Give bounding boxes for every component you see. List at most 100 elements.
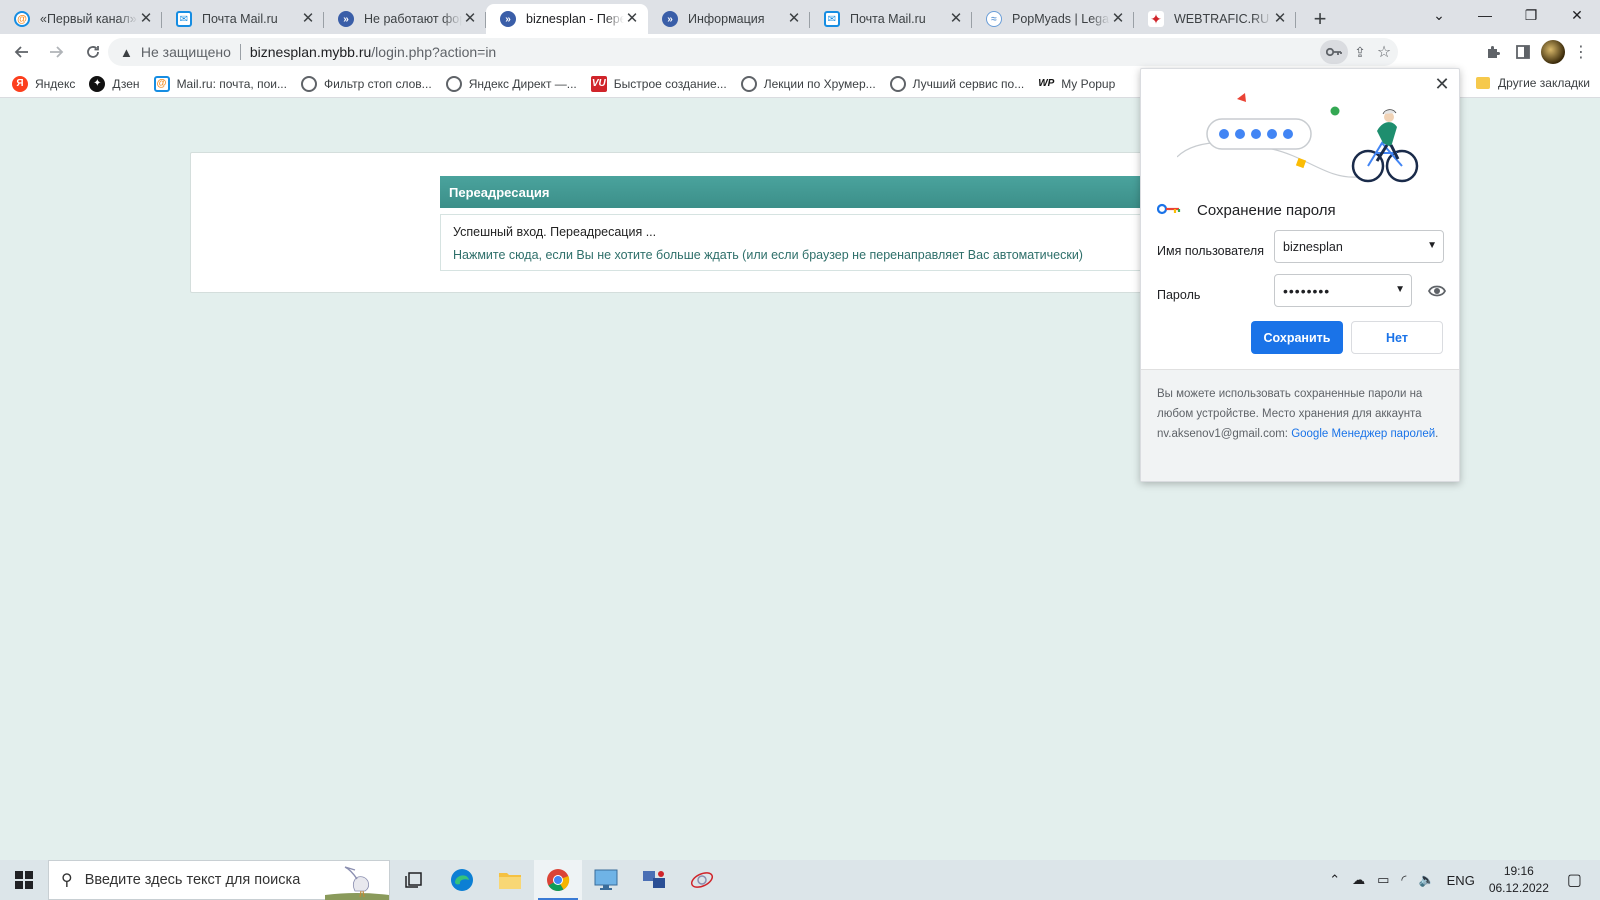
- dzen-icon: ✦: [89, 75, 106, 92]
- redirect-link[interactable]: Нажмите сюда, если Вы не хотите больше ж…: [453, 248, 1167, 262]
- close-icon[interactable]: ✕: [1272, 11, 1288, 27]
- notification-icon[interactable]: ▢: [1567, 870, 1582, 890]
- extensions-puzzle-icon[interactable]: [1478, 37, 1508, 67]
- no-button[interactable]: Нет: [1351, 321, 1443, 354]
- new-tab-button[interactable]: +: [1304, 4, 1336, 34]
- username-value: biznesplan: [1283, 239, 1343, 254]
- mailru-mail-icon: ✉: [824, 11, 840, 27]
- taskbar-chrome[interactable]: [534, 860, 582, 900]
- security-label[interactable]: Не защищено: [141, 44, 231, 60]
- volume-icon[interactable]: 🔈: [1418, 872, 1434, 888]
- close-icon[interactable]: ✕: [1110, 11, 1126, 27]
- bookmark-best-service[interactable]: Лучший сервис по...: [889, 75, 1024, 92]
- eye-icon[interactable]: [1427, 281, 1447, 301]
- forward-button[interactable]: [42, 37, 72, 67]
- warning-triangle-icon[interactable]: ▲: [120, 45, 133, 60]
- forward-arrow-icon: [50, 46, 64, 58]
- tab-7[interactable]: ✦ WEBTRAFIC.RU | Ак ✕: [1134, 4, 1296, 34]
- taskbar-edge[interactable]: [438, 860, 486, 900]
- close-icon[interactable]: ✕: [138, 11, 154, 27]
- tab-2[interactable]: » Не работают фору ✕: [324, 4, 486, 34]
- save-password-button[interactable]: Сохранить: [1251, 321, 1343, 354]
- taskbar-explorer[interactable]: [486, 860, 534, 900]
- bookmark-mailru[interactable]: @ Mail.ru: почта, пои...: [153, 75, 287, 92]
- restore-button[interactable]: ❐: [1508, 0, 1554, 30]
- tab-title: Почта Mail.ru: [202, 12, 278, 26]
- start-button[interactable]: [0, 860, 48, 900]
- password-field[interactable]: •••••••• ▼: [1274, 274, 1412, 307]
- battery-icon[interactable]: ▭: [1377, 872, 1389, 888]
- bookmark-my-popup[interactable]: WP My Popup: [1038, 75, 1116, 92]
- close-icon[interactable]: ✕: [624, 11, 640, 27]
- close-icon[interactable]: ✕: [462, 11, 478, 27]
- tab-3[interactable]: » biznesplan - Переа ✕: [486, 4, 648, 34]
- bookmark-label: Дзен: [112, 76, 140, 91]
- windows-logo-icon: [15, 871, 33, 889]
- password-value: ••••••••: [1283, 282, 1331, 299]
- close-icon[interactable]: ✕: [300, 11, 316, 27]
- bookmark-filter[interactable]: Фильтр стоп слов...: [300, 75, 432, 92]
- bookmark-fast-create[interactable]: VU Быстрое создание...: [590, 75, 727, 92]
- bookmark-yandex[interactable]: Я Яндекс: [12, 75, 76, 92]
- tab-title: Не работают фору: [364, 12, 462, 26]
- username-label: Имя пользователя: [1157, 244, 1264, 258]
- taskbar-remote-desktop[interactable]: [582, 860, 630, 900]
- wp-icon: WP: [1038, 75, 1054, 92]
- globe-icon: [740, 75, 757, 92]
- taskbar-app-network[interactable]: [630, 860, 678, 900]
- bookmark-lectures[interactable]: Лекции по Хрумер...: [740, 75, 876, 92]
- menu-kebab-icon[interactable]: ⋮: [1566, 37, 1596, 67]
- back-button[interactable]: [6, 37, 36, 67]
- chevron-up-icon[interactable]: ⌃: [1329, 872, 1340, 888]
- clock[interactable]: 19:16 06.12.2022: [1489, 863, 1549, 897]
- side-panel-icon[interactable]: [1508, 37, 1538, 67]
- tab-title: Почта Mail.ru: [850, 12, 926, 26]
- taskbar-app-satellite[interactable]: [678, 860, 726, 900]
- satellite-icon: [690, 872, 714, 888]
- yandex-icon: Я: [12, 75, 28, 92]
- heron-bird-icon: [325, 866, 389, 900]
- minimize-button[interactable]: —: [1462, 0, 1508, 30]
- dropdown-arrow-icon[interactable]: ▼: [1395, 284, 1405, 295]
- wifi-icon[interactable]: ◜: [1401, 872, 1406, 888]
- close-icon[interactable]: ✕: [1431, 73, 1453, 95]
- other-bookmarks[interactable]: Другие закладки: [1476, 76, 1590, 90]
- bookmark-label: Яндекс: [35, 76, 76, 91]
- bookmark-dzen[interactable]: ✦ Дзен: [89, 75, 140, 92]
- tab-title: WEBTRAFIC.RU | Ак: [1174, 12, 1272, 26]
- username-field[interactable]: biznesplan ▼: [1274, 230, 1444, 263]
- language-indicator[interactable]: ENG: [1447, 873, 1475, 888]
- bookmark-label: Яндекс Директ —...: [468, 76, 577, 91]
- star-icon[interactable]: ☆: [1370, 40, 1398, 64]
- close-icon[interactable]: ✕: [786, 11, 802, 27]
- tab-1[interactable]: ✉ Почта Mail.ru ✕: [162, 4, 324, 34]
- address-bar[interactable]: ▲ Не защищено biznesplan.mybb.ru/login.p…: [108, 38, 1398, 66]
- mybb-icon: »: [338, 11, 354, 27]
- tab-5[interactable]: ✉ Почта Mail.ru ✕: [810, 4, 972, 34]
- password-manager-link[interactable]: Google Менеджер паролей: [1291, 428, 1435, 440]
- bookmark-label: My Popup: [1061, 76, 1116, 91]
- dropdown-arrow-icon[interactable]: ▼: [1427, 240, 1437, 251]
- task-view-button[interactable]: [390, 860, 438, 900]
- tab-4[interactable]: » Информация ✕: [648, 4, 810, 34]
- password-illustration: [1177, 93, 1419, 183]
- taskbar-search[interactable]: ⚲ Введите здесь текст для поиска: [48, 860, 390, 900]
- redirect-header: Переадресация: [440, 176, 1180, 208]
- reload-button[interactable]: [78, 37, 108, 67]
- close-icon[interactable]: ✕: [948, 11, 964, 27]
- back-arrow-icon: [14, 46, 28, 58]
- profile-avatar[interactable]: [1538, 37, 1568, 67]
- tab-title: biznesplan - Переа: [526, 12, 624, 26]
- url-text[interactable]: biznesplan.mybb.ru/login.php?action=in: [250, 44, 496, 60]
- bookmark-yandex-direct[interactable]: Яндекс Директ —...: [445, 75, 577, 92]
- onedrive-cloud-icon[interactable]: ☁: [1352, 872, 1365, 888]
- tab-0[interactable]: @ «Первый канал» в ✕: [0, 4, 162, 34]
- tab-title: PopMyads | Legacy: [1012, 12, 1110, 26]
- tab-search-chevron-icon[interactable]: ⌄: [1416, 0, 1462, 30]
- key-icon[interactable]: [1320, 40, 1348, 64]
- globe-icon: [300, 75, 317, 92]
- mailru-mail-icon: ✉: [176, 11, 192, 27]
- tab-6[interactable]: ≈ PopMyads | Legacy ✕: [972, 4, 1134, 34]
- window-close-button[interactable]: ✕: [1554, 0, 1600, 30]
- tab-strip: @ «Первый канал» в ✕ ✉ Почта Mail.ru ✕ »…: [0, 0, 1600, 34]
